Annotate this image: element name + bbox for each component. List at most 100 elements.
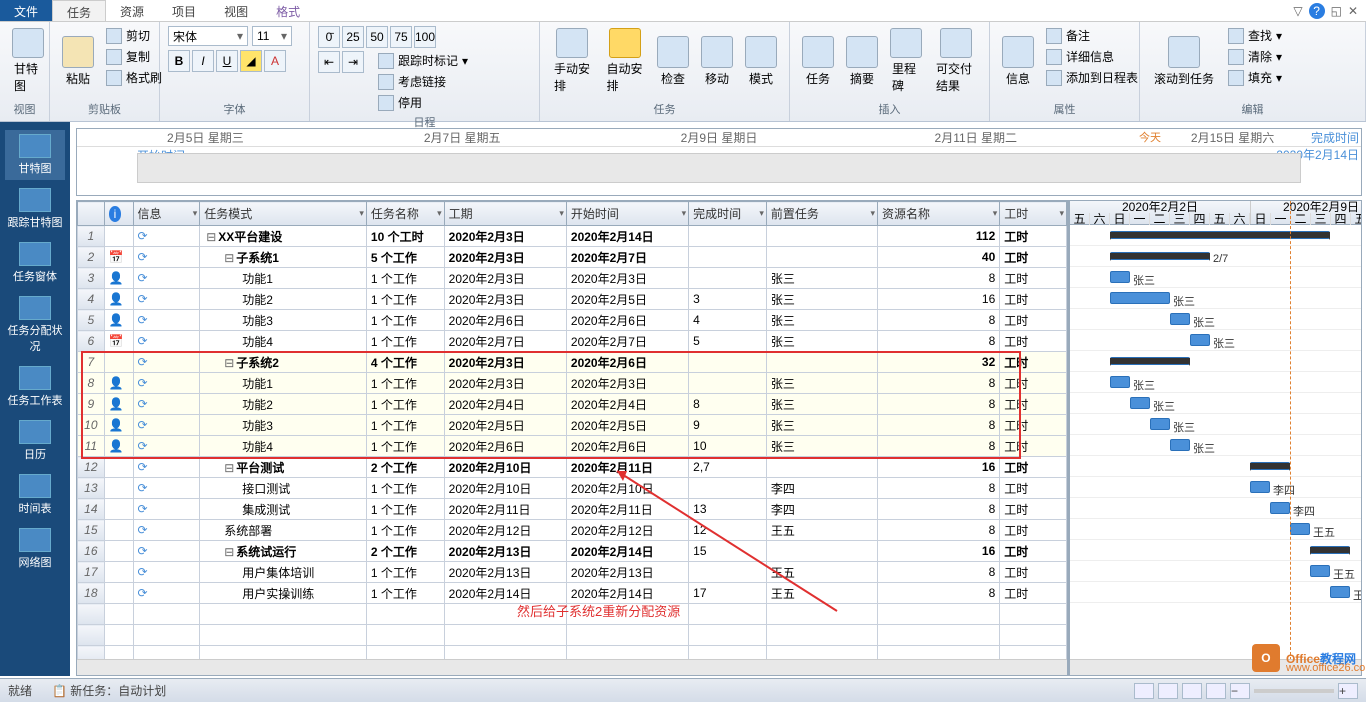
col-header-0[interactable] bbox=[78, 202, 105, 226]
copy-button[interactable]: 复制 bbox=[102, 47, 166, 66]
sidebar-item-6[interactable]: 时间表 bbox=[5, 470, 65, 520]
manual-schedule-button[interactable]: 手动安排 bbox=[548, 26, 597, 96]
notes-button[interactable]: 备注 bbox=[1042, 26, 1142, 45]
find-button[interactable]: 查找 ▾ bbox=[1224, 26, 1286, 45]
auto-schedule-button[interactable]: 自动安排 bbox=[601, 26, 650, 96]
tab-project[interactable]: 项目 bbox=[158, 0, 210, 21]
gantt-view-button[interactable]: 甘特图 bbox=[8, 26, 48, 96]
gantt-row[interactable]: 张三 bbox=[1070, 330, 1361, 351]
sidebar-item-5[interactable]: 日历 bbox=[5, 416, 65, 466]
fill-button[interactable]: 填充 ▾ bbox=[1224, 68, 1286, 87]
sidebar-item-2[interactable]: 任务窗体 bbox=[5, 238, 65, 288]
gantt-row[interactable]: 2/7 bbox=[1070, 246, 1361, 267]
mode-button[interactable]: 模式 bbox=[741, 26, 781, 96]
gantt-row[interactable]: 张三 bbox=[1070, 414, 1361, 435]
view-btn-4[interactable] bbox=[1206, 683, 1226, 699]
gantt-bar[interactable] bbox=[1310, 546, 1350, 554]
gantt-bar[interactable]: 张三 bbox=[1130, 397, 1150, 409]
col-header-9[interactable]: 资源名称▾ bbox=[878, 202, 1000, 226]
table-row[interactable]: 2📅⟳⊟子系统15 个工作2020年2月3日2020年2月7日40工时 bbox=[78, 247, 1067, 268]
table-row[interactable]: 13⟳接口测试1 个工作2020年2月10日2020年2月10日李四8工时 bbox=[78, 478, 1067, 499]
gantt-bar[interactable]: 王五 bbox=[1310, 565, 1330, 577]
restore-icon[interactable]: ◱ bbox=[1331, 4, 1342, 18]
font-size-select[interactable]: 11▾ bbox=[252, 26, 292, 46]
add-timeline-button[interactable]: 添加到日程表 bbox=[1042, 68, 1142, 87]
view-btn-1[interactable] bbox=[1134, 683, 1154, 699]
gantt-row[interactable]: 张三 bbox=[1070, 309, 1361, 330]
gantt-row[interactable]: 张三 bbox=[1070, 267, 1361, 288]
gantt-row[interactable]: 张三 bbox=[1070, 372, 1361, 393]
tab-view[interactable]: 视图 bbox=[210, 0, 262, 21]
gantt-bar[interactable] bbox=[1110, 231, 1330, 239]
close-icon[interactable]: ✕ bbox=[1348, 4, 1358, 18]
table-row[interactable]: 11👤⟳功能41 个工作2020年2月6日2020年2月6日10张三8工时 bbox=[78, 436, 1067, 457]
respect-links-button[interactable]: 考虑链接 bbox=[374, 72, 472, 91]
col-header-2[interactable]: 信息▾ bbox=[133, 202, 200, 226]
details-button[interactable]: 详细信息 bbox=[1042, 47, 1142, 66]
gantt-row[interactable]: 李四 bbox=[1070, 477, 1361, 498]
sidebar-item-7[interactable]: 网络图 bbox=[5, 524, 65, 574]
table-row[interactable]: 9👤⟳功能21 个工作2020年2月4日2020年2月4日8张三8工时 bbox=[78, 394, 1067, 415]
fill-color-button[interactable]: ◢ bbox=[240, 50, 262, 72]
sidebar-item-0[interactable]: 甘特图 bbox=[5, 130, 65, 180]
info-button[interactable]: 信息 bbox=[998, 26, 1038, 96]
table-row[interactable]: 12⟳⊟平台测试2 个工作2020年2月10日2020年2月11日2,716工时 bbox=[78, 457, 1067, 478]
grid-hscroll[interactable] bbox=[77, 659, 1067, 675]
table-row[interactable]: 4👤⟳功能21 个工作2020年2月3日2020年2月5日3张三16工时 bbox=[78, 289, 1067, 310]
table-row[interactable]: 3👤⟳功能11 个工作2020年2月3日2020年2月3日张三8工时 bbox=[78, 268, 1067, 289]
insert-deliverable-button[interactable]: 可交付结果 bbox=[930, 26, 981, 96]
table-row[interactable]: 7⟳⊟子系统24 个工作2020年2月3日2020年2月6日32工时 bbox=[78, 352, 1067, 373]
gantt-bar[interactable]: 王五 bbox=[1330, 586, 1350, 598]
format-painter-button[interactable]: 格式刷 bbox=[102, 68, 166, 87]
inactivate-button[interactable]: 停用 bbox=[374, 93, 472, 112]
pct-100-button[interactable]: 100 bbox=[414, 26, 436, 48]
underline-button[interactable]: U bbox=[216, 50, 238, 72]
help-icon[interactable]: ? bbox=[1309, 3, 1325, 19]
gantt-row[interactable] bbox=[1070, 456, 1361, 477]
timeline-bar[interactable] bbox=[137, 153, 1301, 183]
col-header-6[interactable]: 开始时间▾ bbox=[566, 202, 688, 226]
bold-button[interactable]: B bbox=[168, 50, 190, 72]
gantt-row[interactable]: 李四 bbox=[1070, 498, 1361, 519]
gantt-bar[interactable]: 2/7 bbox=[1110, 252, 1210, 260]
view-btn-3[interactable] bbox=[1182, 683, 1202, 699]
zoom-out[interactable]: − bbox=[1230, 683, 1250, 699]
table-row[interactable]: 6📅⟳功能41 个工作2020年2月7日2020年2月7日5张三8工时 bbox=[78, 331, 1067, 352]
col-header-8[interactable]: 前置任务▾ bbox=[766, 202, 877, 226]
gantt-row[interactable]: 王五 bbox=[1070, 582, 1361, 603]
table-row[interactable]: 17⟳用户集体培训1 个工作2020年2月13日2020年2月13日王五8工时 bbox=[78, 562, 1067, 583]
col-header-7[interactable]: 完成时间▾ bbox=[689, 202, 767, 226]
gantt-bar[interactable]: 李四 bbox=[1270, 502, 1290, 514]
insert-milestone-button[interactable]: 里程碑 bbox=[886, 26, 926, 96]
col-header-5[interactable]: 工期▾ bbox=[444, 202, 566, 226]
gantt-bar[interactable]: 张三 bbox=[1110, 292, 1170, 304]
track-mark-button[interactable]: 跟踪时标记 ▾ bbox=[374, 51, 472, 70]
gantt-bar[interactable]: 张三 bbox=[1110, 376, 1130, 388]
table-row[interactable]: 16⟳⊟系统试运行2 个工作2020年2月13日2020年2月14日1516工时 bbox=[78, 541, 1067, 562]
inspect-button[interactable]: 检查 bbox=[653, 26, 693, 96]
minimize-ribbon-icon[interactable]: ▽ bbox=[1293, 4, 1302, 18]
paste-button[interactable]: 粘贴 bbox=[58, 26, 98, 96]
pct-50-button[interactable]: 50 bbox=[366, 26, 388, 48]
gantt-bar[interactable]: 张三 bbox=[1190, 334, 1210, 346]
col-header-3[interactable]: 任务模式▾ bbox=[200, 202, 367, 226]
pct-75-button[interactable]: 75 bbox=[390, 26, 412, 48]
gantt-bar[interactable]: 李四 bbox=[1250, 481, 1270, 493]
gantt-row[interactable] bbox=[1070, 351, 1361, 372]
gantt-row[interactable]: 王五 bbox=[1070, 519, 1361, 540]
font-name-select[interactable]: 宋体▾ bbox=[168, 26, 248, 46]
gantt-bar[interactable]: 张三 bbox=[1110, 271, 1130, 283]
insert-task-button[interactable]: 任务 bbox=[798, 26, 838, 96]
insert-summary-button[interactable]: 摘要 bbox=[842, 26, 882, 96]
outdent-button[interactable]: ⇤ bbox=[318, 51, 340, 73]
clear-button[interactable]: 清除 ▾ bbox=[1224, 47, 1286, 66]
tab-resource[interactable]: 资源 bbox=[106, 0, 158, 21]
cut-button[interactable]: 剪切 bbox=[102, 26, 166, 45]
gantt-row[interactable]: 张三 bbox=[1070, 288, 1361, 309]
sidebar-item-3[interactable]: 任务分配状况 bbox=[5, 292, 65, 358]
gantt-row[interactable]: 张三 bbox=[1070, 435, 1361, 456]
col-header-1[interactable]: i bbox=[104, 202, 133, 226]
gantt-row[interactable]: 王五 bbox=[1070, 561, 1361, 582]
table-row[interactable]: 15⟳系统部署1 个工作2020年2月12日2020年2月12日12王五8工时 bbox=[78, 520, 1067, 541]
scroll-to-task-button[interactable]: 滚动到任务 bbox=[1148, 26, 1220, 96]
